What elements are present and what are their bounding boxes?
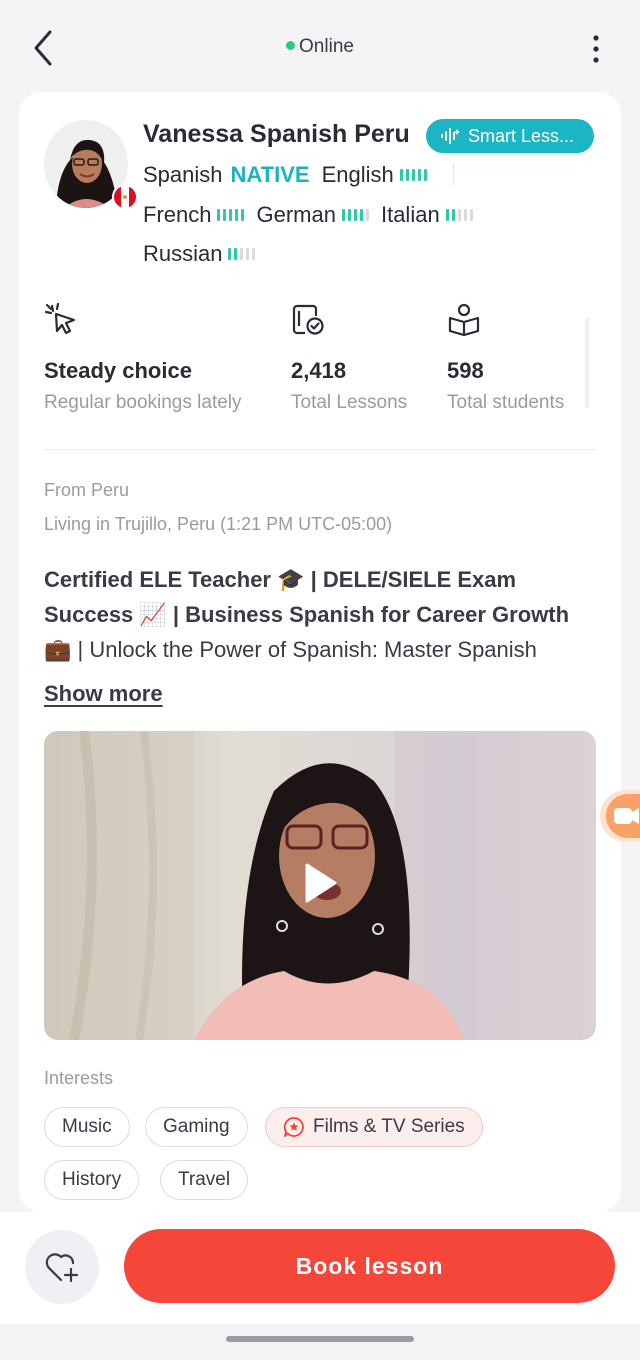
bio-line: Certified ELE Teacher 🎓 | DELE/SIELE Exa… (44, 567, 517, 592)
peru-flag-icon (112, 184, 138, 210)
stat-label: Total Lessons (291, 392, 408, 413)
language-name: Italian (380, 202, 440, 227)
online-dot-icon (286, 41, 296, 50)
interest-chip-history[interactable]: History (44, 1160, 140, 1200)
top-bar: Online (0, 0, 640, 96)
stat-value: 598 (447, 358, 484, 383)
languages-row-2: French German Italian (143, 202, 485, 228)
home-indicator[interactable] (226, 1336, 414, 1342)
stat-label: Total students (447, 392, 565, 413)
online-status: Online (0, 36, 640, 58)
language-italian: Italian (381, 202, 473, 228)
divider (452, 164, 454, 186)
chip-label: History (62, 1169, 122, 1190)
stat-total-students: 598 Total students (447, 302, 564, 414)
cursor-sparkle-icon (44, 302, 242, 336)
stat-value: Steady choice (44, 358, 192, 383)
stat-total-lessons: 2,418 Total Lessons (291, 302, 407, 414)
native-label: NATIVE (230, 162, 310, 187)
stat-steady-choice: Steady choice Regular bookings lately (44, 302, 242, 414)
proficiency-bars (399, 169, 427, 181)
language-french: French (143, 202, 245, 228)
favorite-button[interactable] (25, 1230, 99, 1304)
interest-chip-travel[interactable]: Travel (160, 1160, 249, 1200)
lessons-check-icon (291, 302, 407, 336)
language-name: English (321, 162, 394, 187)
chat-star-icon (283, 1117, 304, 1137)
bio-line: Success 📈 | Business Spanish for Career … (44, 602, 570, 627)
proficiency-bars (217, 209, 245, 221)
students-book-icon (447, 302, 564, 337)
tutor-profile-card: Vanessa Spanish Peru Smart Less... Spani… (19, 92, 621, 1212)
sound-wave-icon (441, 128, 460, 144)
language-german: German (256, 202, 369, 228)
interests-title: Interests (44, 1068, 114, 1088)
more-options-icon[interactable] (586, 32, 606, 66)
interest-chip-music[interactable]: Music (44, 1107, 130, 1147)
floating-video-call-button[interactable] (600, 790, 640, 842)
tutor-bio: Certified ELE Teacher 🎓 | DELE/SIELE Exa… (44, 562, 596, 667)
language-name: Russian (143, 241, 223, 266)
stats-scroll-edge (585, 318, 589, 408)
language-name: Spanish (143, 162, 223, 187)
smart-lesson-label: Smart Less... (468, 125, 575, 146)
proficiency-bars (341, 209, 369, 221)
interest-chip-gaming[interactable]: Gaming (145, 1107, 248, 1147)
tutor-avatar[interactable] (44, 120, 138, 210)
proficiency-bars (445, 209, 473, 221)
from-country: From Peru (44, 480, 130, 500)
languages-row-3: Russian (143, 241, 267, 267)
language-name: French (143, 202, 212, 227)
language-english: English (322, 162, 427, 188)
interest-chip-films-tv[interactable]: Films & TV Series (265, 1107, 483, 1147)
bio-line: 💼 | Unlock the Power of Spanish: Master … (44, 637, 537, 662)
stat-label: Regular bookings lately (44, 392, 242, 413)
stat-value: 2,418 (291, 358, 347, 383)
tutor-name: Vanessa Spanish Peru (143, 120, 410, 148)
heart-plus-icon (45, 1253, 79, 1283)
languages-row-1: Spanish NATIVE English (143, 162, 454, 188)
chip-label: Gaming (163, 1116, 230, 1137)
chip-label: Films & TV Series (313, 1116, 465, 1137)
living-location: Living in Trujillo, Peru (1:21 PM UTC-05… (44, 514, 393, 534)
proficiency-bars (228, 248, 256, 260)
intro-video[interactable] (44, 731, 596, 1040)
play-icon[interactable] (301, 861, 341, 905)
online-status-label: Online (299, 36, 354, 57)
chip-label: Music (62, 1116, 112, 1137)
book-lesson-button[interactable]: Book lesson (124, 1229, 615, 1303)
show-more-link[interactable]: Show more (44, 681, 163, 707)
language-russian: Russian (143, 241, 256, 267)
section-divider (43, 449, 597, 450)
language-spanish: Spanish NATIVE (143, 162, 310, 188)
smart-lesson-badge[interactable]: Smart Less... (426, 119, 594, 153)
chip-label: Travel (178, 1169, 231, 1190)
bottom-action-bar: Book lesson (0, 1212, 640, 1324)
language-name: German (256, 202, 336, 227)
